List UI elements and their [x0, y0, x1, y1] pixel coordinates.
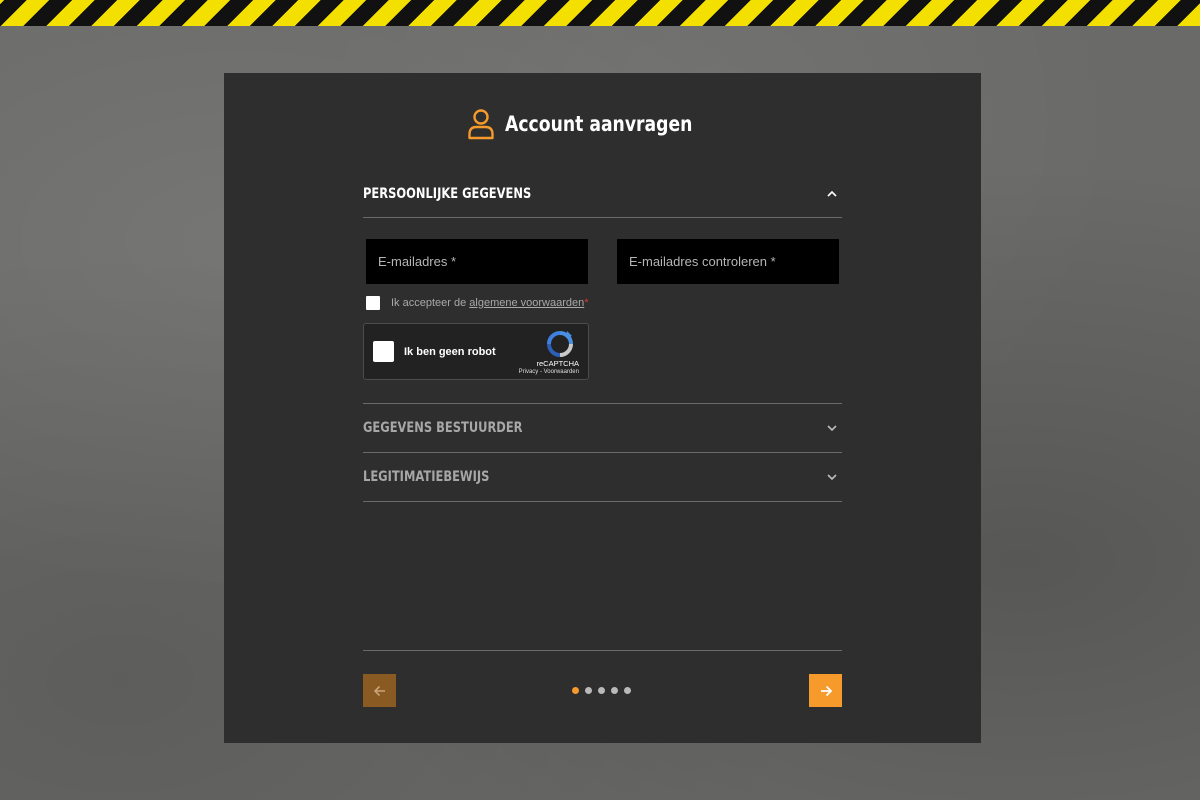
step-dot [598, 687, 605, 694]
email-input[interactable] [366, 239, 588, 284]
section-driver-label: GEGEVENS BESTUURDER [363, 420, 523, 436]
terms-text: Ik accepteer de algemene voorwaarden* [391, 297, 589, 309]
arrow-left-icon [373, 685, 385, 696]
section-personal-label: PERSOONLIJKE GEGEVENS [363, 185, 532, 202]
recaptcha-links[interactable]: Privacy - Voorwaarden [519, 369, 579, 375]
chevron-up-icon [827, 190, 837, 197]
page-title: Account aanvragen [504, 112, 693, 136]
terms-checkbox[interactable] [366, 296, 380, 310]
terms-prefix: Ik accepteer de [391, 297, 467, 309]
section-id-toggle[interactable]: LEGITIMATIEBEWIJS [363, 453, 842, 502]
section-personal-toggle[interactable]: PERSOONLIJKE GEGEVENS [363, 170, 842, 218]
recaptcha-logo-icon [547, 331, 573, 357]
step-dot [585, 687, 592, 694]
recaptcha-checkbox[interactable] [373, 341, 394, 362]
section-driver-toggle[interactable]: GEGEVENS BESTUURDER [363, 404, 842, 453]
chevron-down-icon [827, 474, 837, 481]
chevron-down-icon [827, 425, 837, 432]
recaptcha-label: Ik ben geen robot [404, 346, 496, 358]
previous-step-button[interactable] [363, 674, 396, 707]
terms-row: Ik accepteer de algemene voorwaarden* [366, 296, 589, 310]
next-step-button[interactable] [809, 674, 842, 707]
recaptcha-widget: Ik ben geen robot reCAPTCHA Privacy - Vo… [363, 323, 589, 380]
terms-required-marker: * [584, 297, 589, 309]
step-indicator [572, 687, 631, 694]
section-id-label: LEGITIMATIEBEWIJS [363, 469, 490, 485]
hazard-stripe-banner [0, 0, 1200, 26]
email-confirm-input[interactable] [617, 239, 839, 284]
arrow-right-icon [820, 685, 832, 696]
page-header: Account aanvragen [0, 108, 1200, 140]
step-dot [572, 687, 579, 694]
footer-divider [363, 650, 842, 651]
step-dot [611, 687, 618, 694]
step-dot [624, 687, 631, 694]
recaptcha-brand: reCAPTCHA [536, 359, 579, 368]
user-icon [468, 109, 494, 140]
terms-link[interactable]: algemene voorwaarden [469, 297, 584, 309]
